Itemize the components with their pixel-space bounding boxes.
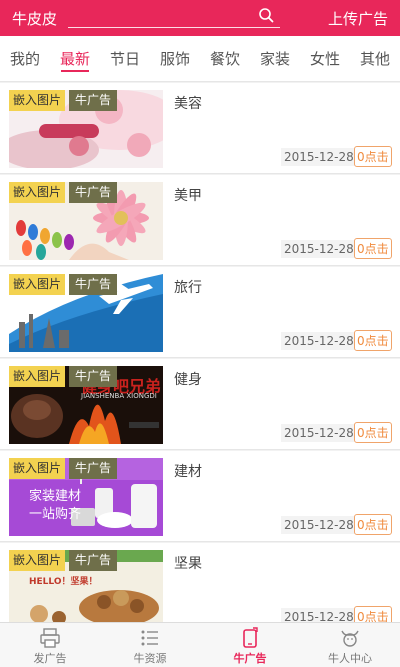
list-item[interactable]: 嵌入图片 牛广告 美容 2015-12-28 0点击 bbox=[0, 83, 400, 174]
ad-title: 旅行 bbox=[174, 280, 202, 296]
ad-title: 美容 bbox=[174, 96, 202, 112]
tab-clothing[interactable]: 服饰 bbox=[150, 36, 200, 82]
embed-image-badge: 嵌入图片 bbox=[9, 274, 66, 295]
ad-title: 坚果 bbox=[174, 556, 202, 572]
search-input[interactable] bbox=[68, 6, 280, 28]
ad-thumbnail: 嵌入图片 牛广告 bbox=[9, 182, 163, 260]
embed-image-badge: 嵌入图片 bbox=[9, 90, 66, 111]
top-bar: 牛皮皮 上传广告 bbox=[0, 0, 400, 36]
tab-other[interactable]: 其他 bbox=[350, 36, 400, 82]
nav-post-ad[interactable]: 发广告 bbox=[0, 623, 100, 667]
embed-image-badge: 嵌入图片 bbox=[9, 550, 66, 571]
tab-dining[interactable]: 餐饮 bbox=[200, 36, 250, 82]
click-count-badge: 0点击 bbox=[354, 238, 392, 259]
niu-ad-badge: 牛广告 bbox=[69, 458, 118, 479]
list-item[interactable]: 嵌入图片 牛广告 旅行 2015-12-28 0点击 bbox=[0, 267, 400, 358]
click-count-badge: 0点击 bbox=[354, 422, 392, 443]
tab-home-decor[interactable]: 家装 bbox=[250, 36, 300, 82]
list-item[interactable]: 家装建材 一站购齐 嵌入图片 牛广告 建材 2015-12-28 0点击 bbox=[0, 451, 400, 542]
list-icon bbox=[141, 630, 158, 646]
nav-niu-ads[interactable]: 牛广告 bbox=[200, 623, 300, 667]
ad-title: 美甲 bbox=[174, 188, 202, 204]
bottom-nav: 发广告 牛资源 牛广告 牛人中心 bbox=[0, 622, 400, 667]
embed-image-badge: 嵌入图片 bbox=[9, 458, 66, 479]
ad-thumbnail: 嵌入图片 牛广告 bbox=[9, 274, 163, 352]
click-count-badge: 0点击 bbox=[354, 146, 392, 167]
ad-thumbnail: HELLO！坚果！ 嵌入图片 牛广告 bbox=[9, 550, 163, 622]
ad-list: 嵌入图片 牛广告 美容 2015-12-28 0点击 嵌入图片 牛广告 美甲 2… bbox=[0, 83, 400, 622]
ad-image-line2: 一站购齐 bbox=[29, 507, 82, 522]
nav-label: 牛人中心 bbox=[328, 652, 372, 665]
upload-ad-button[interactable]: 上传广告 bbox=[328, 8, 388, 29]
click-count-badge: 0点击 bbox=[354, 330, 392, 351]
ad-title: 建材 bbox=[174, 464, 202, 480]
tab-latest[interactable]: 最新 bbox=[50, 36, 100, 82]
ad-date: 2015-12-28 bbox=[281, 332, 357, 350]
tab-holiday[interactable]: 节日 bbox=[100, 36, 150, 82]
click-count-badge: 0点击 bbox=[354, 606, 392, 622]
ad-thumbnail: 健身吧兄弟 JIANSHENBA XIONGDI 嵌入图片 牛广告 bbox=[9, 366, 163, 444]
ad-image-subheading: JIANSHENBA XIONGDI bbox=[81, 392, 157, 400]
niu-ad-badge: 牛广告 bbox=[69, 182, 118, 203]
list-item[interactable]: HELLO！坚果！ 嵌入图片 牛广告 坚果 2015-12-28 0点击 bbox=[0, 543, 400, 622]
search-icon[interactable] bbox=[258, 7, 274, 23]
app-name: 牛皮皮 bbox=[12, 10, 58, 28]
list-item[interactable]: 健身吧兄弟 JIANSHENBA XIONGDI 嵌入图片 牛广告 健身 201… bbox=[0, 359, 400, 450]
nav-user-center[interactable]: 牛人中心 bbox=[300, 623, 400, 667]
ad-date: 2015-12-28 bbox=[281, 608, 357, 622]
bull-head-icon bbox=[341, 630, 359, 647]
ad-thumbnail: 嵌入图片 牛广告 bbox=[9, 90, 163, 168]
list-item[interactable]: 嵌入图片 牛广告 美甲 2015-12-28 0点击 bbox=[0, 175, 400, 266]
niu-ad-badge: 牛广告 bbox=[69, 274, 118, 295]
phone-ad-icon bbox=[243, 627, 258, 648]
ad-image-line1: 家装建材 bbox=[29, 489, 82, 504]
nav-label: 发广告 bbox=[33, 652, 67, 665]
ad-date: 2015-12-28 bbox=[281, 424, 357, 442]
ad-date: 2015-12-28 bbox=[281, 148, 357, 166]
category-tabs: 我的 最新 节日 服饰 餐饮 家装 女性 其他 bbox=[0, 36, 400, 82]
click-count-badge: 0点击 bbox=[354, 514, 392, 535]
niu-ad-badge: 牛广告 bbox=[69, 366, 118, 387]
embed-image-badge: 嵌入图片 bbox=[9, 366, 66, 387]
niu-ad-badge: 牛广告 bbox=[69, 90, 118, 111]
tab-mine[interactable]: 我的 bbox=[0, 36, 50, 82]
ad-date: 2015-12-28 bbox=[281, 516, 357, 534]
nav-label: 牛资源 bbox=[133, 652, 167, 665]
ad-title: 健身 bbox=[174, 372, 202, 388]
printer-icon bbox=[40, 628, 60, 648]
nav-resources[interactable]: 牛资源 bbox=[100, 623, 200, 667]
embed-image-badge: 嵌入图片 bbox=[9, 182, 66, 203]
nav-label: 牛广告 bbox=[233, 652, 267, 665]
tab-women[interactable]: 女性 bbox=[300, 36, 350, 82]
ad-thumbnail: 家装建材 一站购齐 嵌入图片 牛广告 bbox=[9, 458, 163, 536]
ad-image-heading: HELLO！坚果！ bbox=[29, 577, 98, 587]
ad-date: 2015-12-28 bbox=[281, 240, 357, 258]
niu-ad-badge: 牛广告 bbox=[69, 550, 118, 571]
